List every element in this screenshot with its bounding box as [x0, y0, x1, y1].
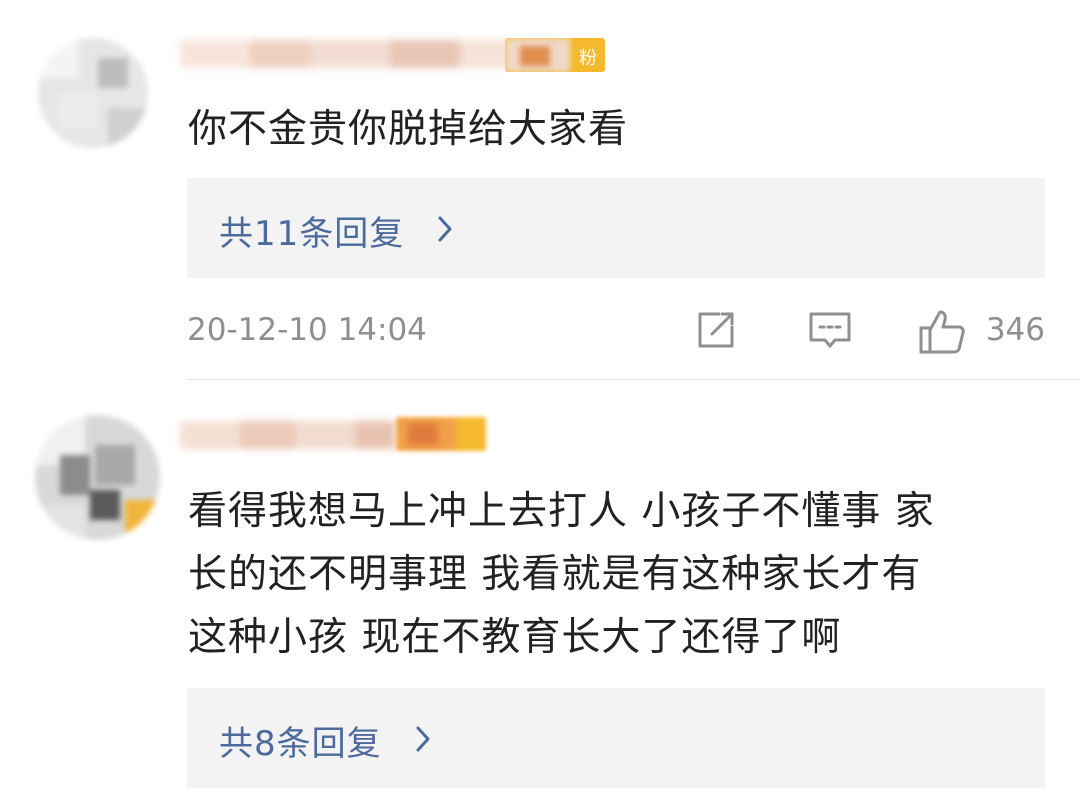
comment-text-line: 这种小孩 现在不教育长大了还得了啊	[188, 615, 842, 660]
repost-icon[interactable]	[694, 308, 738, 352]
username-blurred[interactable]	[180, 34, 510, 74]
comment-text-line: 看得我想马上冲上去打人 小孩子不懂事 家	[188, 489, 935, 534]
comment-icon[interactable]	[807, 308, 853, 352]
reply-count-label: 共8条回复	[219, 724, 382, 764]
comment-meta-bar: 20-12-10 14:04 346	[187, 302, 1045, 362]
chevron-right-icon	[416, 726, 430, 752]
comment-item: 看得我想马上冲上去打人 小孩子不懂事 家 长的还不明事理 我看就是有这种家长才有…	[0, 380, 1080, 793]
chevron-right-icon	[438, 216, 452, 242]
timestamp: 20-12-10 14:04	[187, 312, 427, 348]
like-icon[interactable]	[918, 308, 966, 356]
fan-badge: 粉	[505, 38, 605, 72]
comment-text: 你不金贵你脱掉给大家看	[188, 107, 629, 152]
avatar[interactable]	[35, 415, 160, 540]
avatar[interactable]	[38, 38, 148, 148]
view-replies-button[interactable]: 共8条回复	[187, 688, 1045, 788]
comment-text-line: 长的还不明事理 我看就是有这种家长才有	[188, 552, 922, 597]
badge-label: 粉	[579, 48, 597, 69]
comment-text: 看得我想马上冲上去打人 小孩子不懂事 家 长的还不明事理 我看就是有这种家长才有…	[188, 480, 1048, 669]
view-replies-button[interactable]: 共11条回复	[187, 178, 1045, 278]
like-count: 346	[985, 312, 1045, 348]
username-blurred[interactable]	[180, 415, 395, 455]
fan-badge	[396, 417, 486, 451]
reply-count-label: 共11条回复	[219, 214, 405, 254]
comment-item: 粉 你不金贵你脱掉给大家看 共11条回复 20-12-10 14:04 346	[0, 0, 1080, 380]
